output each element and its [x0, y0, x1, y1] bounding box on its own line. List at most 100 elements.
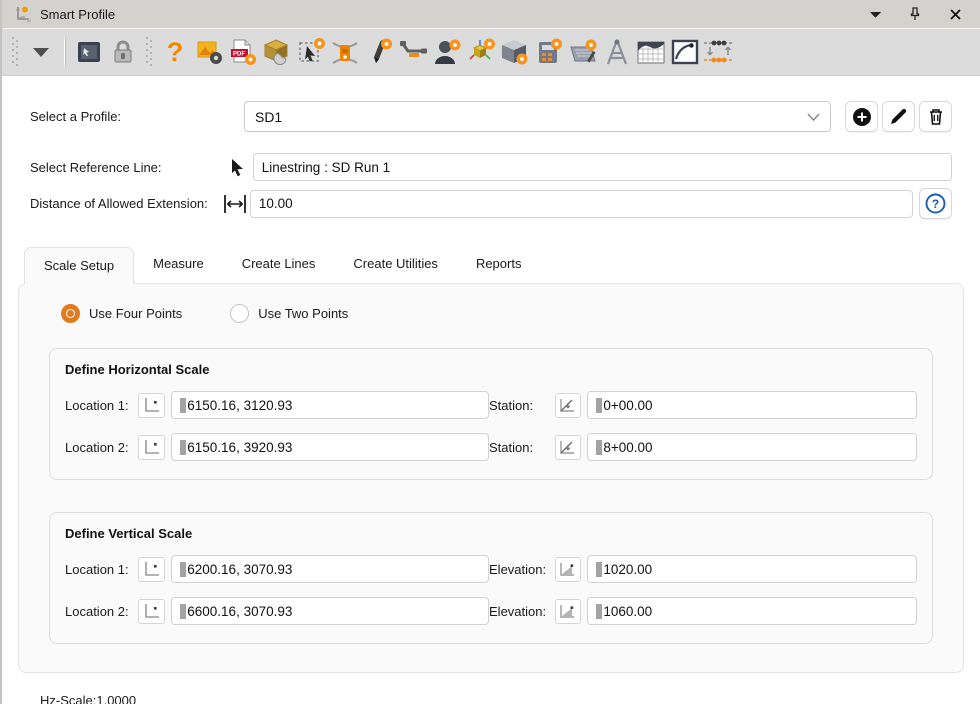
- text-caret: [596, 562, 602, 577]
- text-caret: [596, 604, 602, 619]
- image-settings-icon[interactable]: [192, 34, 226, 70]
- select-profile-label: Select a Profile:: [30, 109, 244, 124]
- draw-pen-settings-icon[interactable]: [362, 34, 396, 70]
- radio-use-four-points[interactable]: Use Four Points: [61, 304, 182, 323]
- tab-scale-setup[interactable]: Scale Setup: [24, 247, 134, 284]
- reference-line-value: Linestring : SD Run 1: [262, 160, 390, 175]
- drafting-compass-icon[interactable]: [600, 34, 634, 70]
- reference-line-input[interactable]: Linestring : SD Run 1: [253, 153, 952, 181]
- help-button[interactable]: ?: [919, 188, 952, 219]
- window-menu-chevron-icon[interactable]: [866, 5, 884, 23]
- location2-input[interactable]: 6150.16, 3920.93: [171, 433, 489, 461]
- radio-use-two-points[interactable]: Use Two Points: [230, 304, 348, 323]
- texture-box-icon[interactable]: [260, 34, 294, 70]
- station2-label: Station:: [489, 440, 555, 455]
- distance-extension-input[interactable]: 10.00: [250, 190, 913, 218]
- station1-value: 0+00.00: [603, 398, 652, 413]
- horizontal-row-2: Location 2: 6150.16, 3920.93 Station: 8+…: [65, 433, 917, 461]
- location2-input[interactable]: 6600.16, 3070.93: [171, 597, 489, 625]
- window-title: Smart Profile: [40, 7, 115, 22]
- toolbar-grip[interactable]: [10, 35, 20, 69]
- pipe-fitting-icon[interactable]: [396, 34, 430, 70]
- trash-icon: [927, 107, 945, 126]
- location2-label: Location 2:: [65, 440, 138, 455]
- pick-location-button[interactable]: [138, 435, 165, 460]
- pencil-icon: [889, 107, 908, 126]
- curve-view-icon[interactable]: [668, 34, 702, 70]
- pick-location-button[interactable]: [138, 557, 165, 582]
- pick-location-icon: [142, 439, 161, 456]
- tab-measure[interactable]: Measure: [134, 246, 223, 283]
- elevation-icon: [558, 561, 577, 578]
- profile-combobox[interactable]: SD1: [244, 101, 831, 132]
- surface-profile-chart-icon[interactable]: [634, 34, 668, 70]
- calculator-settings-icon[interactable]: [532, 34, 566, 70]
- profile-value: SD1: [255, 109, 282, 125]
- delete-profile-button[interactable]: [919, 101, 952, 132]
- edit-profile-button[interactable]: [882, 101, 915, 132]
- titlebar: Smart Profile: [2, 0, 980, 29]
- elevation-icon: [558, 603, 577, 620]
- station-markers-icon[interactable]: [702, 34, 736, 70]
- toolbar-grip[interactable]: [144, 35, 154, 69]
- location1-input[interactable]: 6200.16, 3070.93: [171, 555, 489, 583]
- pick-station-button[interactable]: [555, 435, 582, 460]
- selection-settings-icon[interactable]: [294, 34, 328, 70]
- toolbar-separator: [64, 37, 66, 67]
- station2-value: 8+00.00: [603, 440, 652, 455]
- pdf-export-settings-icon[interactable]: PDF: [226, 34, 260, 70]
- radio-unselected-icon[interactable]: [230, 304, 249, 323]
- elevation1-input[interactable]: 1020.00: [587, 555, 917, 583]
- text-caret: [180, 562, 186, 577]
- elevation2-label: Elevation:: [489, 604, 555, 619]
- pin-icon[interactable]: [906, 5, 924, 23]
- tab-reports[interactable]: Reports: [457, 246, 541, 283]
- tab-create-utilities[interactable]: Create Utilities: [334, 246, 457, 283]
- pick-location-button[interactable]: [138, 599, 165, 624]
- pick-elevation-button[interactable]: [555, 599, 582, 624]
- screen-capture-button[interactable]: [72, 34, 106, 70]
- pick-station-button[interactable]: [555, 393, 582, 418]
- toolbar-overflow-button[interactable]: [24, 34, 58, 70]
- drawing-sheet-settings-icon[interactable]: [566, 34, 600, 70]
- define-vertical-scale-group: Define Vertical Scale Location 1: 6200.1…: [49, 512, 933, 644]
- vertical-row-1: Location 1: 6200.16, 3070.93 Elevation: …: [65, 555, 917, 583]
- lock-button[interactable]: [106, 34, 140, 70]
- toolbar: ? PDF: [2, 29, 980, 76]
- help-icon[interactable]: ?: [158, 34, 192, 70]
- vertical-row-2: Location 2: 6600.16, 3070.93 Elevation: …: [65, 597, 917, 625]
- radio-selected-icon[interactable]: [61, 304, 80, 323]
- solid-cube-settings-icon[interactable]: [498, 34, 532, 70]
- location2-value: 6150.16, 3920.93: [187, 440, 292, 455]
- distance-extension-value: 10.00: [259, 196, 293, 211]
- station2-input[interactable]: 8+00.00: [587, 433, 917, 461]
- location1-value: 6150.16, 3120.93: [187, 398, 292, 413]
- scale-setup-panel: Use Four Points Use Two Points Define Ho…: [18, 283, 964, 673]
- text-caret: [180, 398, 186, 413]
- location1-input[interactable]: 6150.16, 3120.93: [171, 391, 489, 419]
- horizontal-group-title: Define Horizontal Scale: [65, 362, 917, 377]
- location1-value: 6200.16, 3070.93: [187, 562, 292, 577]
- tab-create-lines[interactable]: Create Lines: [223, 246, 335, 283]
- distance-extension-label: Distance of Allowed Extension:: [30, 196, 222, 211]
- chevron-down-icon: [807, 113, 820, 121]
- station1-label: Station:: [489, 398, 555, 413]
- user-settings-icon[interactable]: [430, 34, 464, 70]
- form-area: Select a Profile: SD1 Select Reference L…: [2, 76, 980, 219]
- pick-location-button[interactable]: [138, 393, 165, 418]
- select-reference-line-label: Select Reference Line:: [30, 160, 225, 175]
- vertical-group-title: Define Vertical Scale: [65, 526, 917, 541]
- station1-input[interactable]: 0+00.00: [587, 391, 917, 419]
- hz-scale-readout: Hz-Scale:1.0000: [40, 693, 980, 704]
- add-profile-button[interactable]: [845, 101, 878, 132]
- pick-elevation-button[interactable]: [555, 557, 582, 582]
- scanner-station-icon[interactable]: [328, 34, 362, 70]
- close-icon[interactable]: [946, 5, 964, 23]
- elevation2-input[interactable]: 1060.00: [587, 597, 917, 625]
- pick-location-icon: [142, 561, 161, 578]
- pick-cursor-icon[interactable]: [225, 158, 251, 177]
- axis-model-settings-icon[interactable]: [464, 34, 498, 70]
- svg-text:PDF: PDF: [233, 52, 245, 58]
- smart-profile-app-icon: [14, 5, 32, 23]
- radio-four-points-label: Use Four Points: [89, 306, 182, 321]
